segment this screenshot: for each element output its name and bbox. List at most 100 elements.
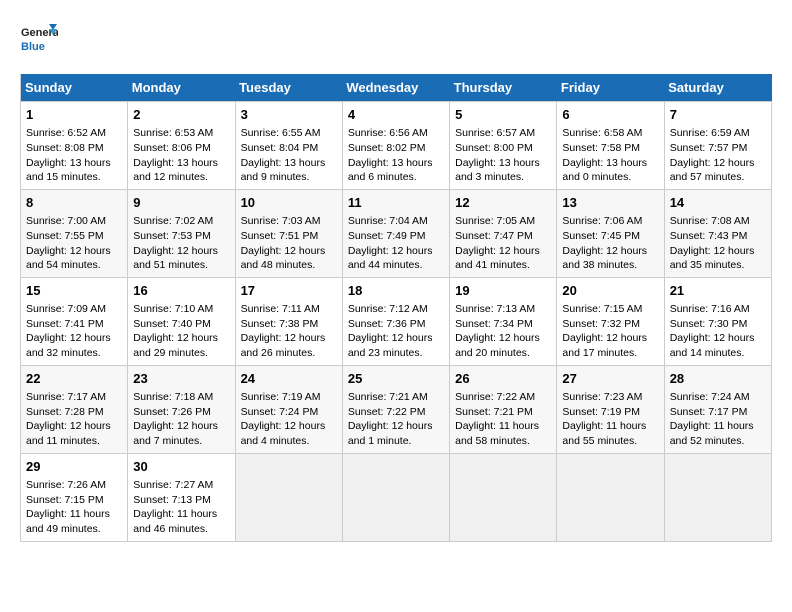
- day-number: 16: [133, 282, 229, 300]
- calendar-cell: 17 Sunrise: 7:11 AM Sunset: 7:38 PM Dayl…: [235, 277, 342, 365]
- sunset-label: Sunset: 7:28 PM: [26, 406, 104, 418]
- calendar-cell: 7 Sunrise: 6:59 AM Sunset: 7:57 PM Dayli…: [664, 102, 771, 190]
- day-number: 18: [348, 282, 444, 300]
- day-number: 20: [562, 282, 658, 300]
- calendar-cell: 29 Sunrise: 7:26 AM Sunset: 7:15 PM Dayl…: [21, 453, 128, 541]
- day-number: 29: [26, 458, 122, 476]
- day-number: 21: [670, 282, 766, 300]
- sunset-label: Sunset: 7:13 PM: [133, 494, 211, 506]
- sunset-label: Sunset: 7:45 PM: [562, 230, 640, 242]
- sunrise-label: Sunrise: 7:18 AM: [133, 391, 213, 403]
- sunrise-label: Sunrise: 6:56 AM: [348, 127, 428, 139]
- day-number: 3: [241, 106, 337, 124]
- calendar-cell: 14 Sunrise: 7:08 AM Sunset: 7:43 PM Dayl…: [664, 189, 771, 277]
- daylight-label: Daylight: 12 hours and 32 minutes.: [26, 332, 111, 359]
- day-number: 23: [133, 370, 229, 388]
- calendar-cell: 12 Sunrise: 7:05 AM Sunset: 7:47 PM Dayl…: [450, 189, 557, 277]
- calendar-cell: 16 Sunrise: 7:10 AM Sunset: 7:40 PM Dayl…: [128, 277, 235, 365]
- calendar-cell: [235, 453, 342, 541]
- calendar-cell: 20 Sunrise: 7:15 AM Sunset: 7:32 PM Dayl…: [557, 277, 664, 365]
- sunrise-label: Sunrise: 7:02 AM: [133, 215, 213, 227]
- daylight-label: Daylight: 13 hours and 6 minutes.: [348, 157, 433, 184]
- sunrise-label: Sunrise: 7:23 AM: [562, 391, 642, 403]
- daylight-label: Daylight: 11 hours and 52 minutes.: [670, 420, 754, 447]
- daylight-label: Daylight: 12 hours and 54 minutes.: [26, 245, 111, 272]
- day-number: 7: [670, 106, 766, 124]
- sunrise-label: Sunrise: 6:53 AM: [133, 127, 213, 139]
- sunrise-label: Sunrise: 7:00 AM: [26, 215, 106, 227]
- day-number: 27: [562, 370, 658, 388]
- calendar-cell: 4 Sunrise: 6:56 AM Sunset: 8:02 PM Dayli…: [342, 102, 449, 190]
- day-header-saturday: Saturday: [664, 74, 771, 102]
- calendar-header-row: SundayMondayTuesdayWednesdayThursdayFrid…: [21, 74, 772, 102]
- sunset-label: Sunset: 7:17 PM: [670, 406, 748, 418]
- day-number: 1: [26, 106, 122, 124]
- sunrise-label: Sunrise: 7:13 AM: [455, 303, 535, 315]
- day-number: 22: [26, 370, 122, 388]
- day-header-tuesday: Tuesday: [235, 74, 342, 102]
- daylight-label: Daylight: 12 hours and 17 minutes.: [562, 332, 647, 359]
- daylight-label: Daylight: 12 hours and 14 minutes.: [670, 332, 755, 359]
- daylight-label: Daylight: 11 hours and 58 minutes.: [455, 420, 539, 447]
- day-number: 28: [670, 370, 766, 388]
- day-number: 25: [348, 370, 444, 388]
- sunset-label: Sunset: 7:57 PM: [670, 142, 748, 154]
- sunrise-label: Sunrise: 7:06 AM: [562, 215, 642, 227]
- sunrise-label: Sunrise: 7:26 AM: [26, 479, 106, 491]
- sunset-label: Sunset: 8:06 PM: [133, 142, 211, 154]
- day-number: 8: [26, 194, 122, 212]
- sunset-label: Sunset: 7:41 PM: [26, 318, 104, 330]
- sunrise-label: Sunrise: 7:16 AM: [670, 303, 750, 315]
- sunrise-label: Sunrise: 6:58 AM: [562, 127, 642, 139]
- sunrise-label: Sunrise: 7:15 AM: [562, 303, 642, 315]
- sunset-label: Sunset: 7:34 PM: [455, 318, 533, 330]
- day-number: 4: [348, 106, 444, 124]
- day-number: 11: [348, 194, 444, 212]
- sunrise-label: Sunrise: 7:09 AM: [26, 303, 106, 315]
- daylight-label: Daylight: 12 hours and 4 minutes.: [241, 420, 326, 447]
- calendar-cell: 30 Sunrise: 7:27 AM Sunset: 7:13 PM Dayl…: [128, 453, 235, 541]
- calendar-cell: [664, 453, 771, 541]
- sunrise-label: Sunrise: 7:21 AM: [348, 391, 428, 403]
- sunrise-label: Sunrise: 6:59 AM: [670, 127, 750, 139]
- calendar-cell: [450, 453, 557, 541]
- calendar-cell: 10 Sunrise: 7:03 AM Sunset: 7:51 PM Dayl…: [235, 189, 342, 277]
- daylight-label: Daylight: 12 hours and 35 minutes.: [670, 245, 755, 272]
- sunrise-label: Sunrise: 7:22 AM: [455, 391, 535, 403]
- calendar-cell: 15 Sunrise: 7:09 AM Sunset: 7:41 PM Dayl…: [21, 277, 128, 365]
- daylight-label: Daylight: 12 hours and 29 minutes.: [133, 332, 218, 359]
- sunrise-label: Sunrise: 7:04 AM: [348, 215, 428, 227]
- sunset-label: Sunset: 7:53 PM: [133, 230, 211, 242]
- sunrise-label: Sunrise: 6:55 AM: [241, 127, 321, 139]
- logo-svg: General Blue: [20, 20, 58, 58]
- daylight-label: Daylight: 12 hours and 23 minutes.: [348, 332, 433, 359]
- sunset-label: Sunset: 7:26 PM: [133, 406, 211, 418]
- sunset-label: Sunset: 7:43 PM: [670, 230, 748, 242]
- daylight-label: Daylight: 13 hours and 12 minutes.: [133, 157, 218, 184]
- calendar-cell: 3 Sunrise: 6:55 AM Sunset: 8:04 PM Dayli…: [235, 102, 342, 190]
- day-header-wednesday: Wednesday: [342, 74, 449, 102]
- calendar-cell: 27 Sunrise: 7:23 AM Sunset: 7:19 PM Dayl…: [557, 365, 664, 453]
- sunset-label: Sunset: 7:30 PM: [670, 318, 748, 330]
- sunset-label: Sunset: 7:47 PM: [455, 230, 533, 242]
- sunset-label: Sunset: 7:32 PM: [562, 318, 640, 330]
- day-number: 13: [562, 194, 658, 212]
- calendar-cell: 1 Sunrise: 6:52 AM Sunset: 8:08 PM Dayli…: [21, 102, 128, 190]
- sunset-label: Sunset: 7:36 PM: [348, 318, 426, 330]
- daylight-label: Daylight: 13 hours and 9 minutes.: [241, 157, 326, 184]
- calendar-cell: [342, 453, 449, 541]
- daylight-label: Daylight: 12 hours and 41 minutes.: [455, 245, 540, 272]
- sunrise-label: Sunrise: 6:57 AM: [455, 127, 535, 139]
- day-number: 9: [133, 194, 229, 212]
- calendar-table: SundayMondayTuesdayWednesdayThursdayFrid…: [20, 74, 772, 542]
- sunrise-label: Sunrise: 7:19 AM: [241, 391, 321, 403]
- svg-text:Blue: Blue: [21, 41, 45, 53]
- week-row-1: 1 Sunrise: 6:52 AM Sunset: 8:08 PM Dayli…: [21, 102, 772, 190]
- logo: General Blue: [20, 20, 58, 58]
- sunrise-label: Sunrise: 7:05 AM: [455, 215, 535, 227]
- day-header-sunday: Sunday: [21, 74, 128, 102]
- day-number: 17: [241, 282, 337, 300]
- calendar-cell: 6 Sunrise: 6:58 AM Sunset: 7:58 PM Dayli…: [557, 102, 664, 190]
- calendar-cell: 24 Sunrise: 7:19 AM Sunset: 7:24 PM Dayl…: [235, 365, 342, 453]
- calendar-cell: 13 Sunrise: 7:06 AM Sunset: 7:45 PM Dayl…: [557, 189, 664, 277]
